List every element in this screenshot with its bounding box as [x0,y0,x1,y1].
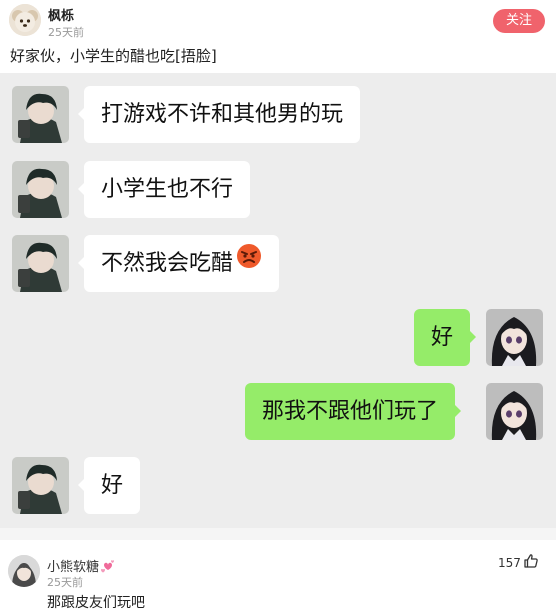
post-header: 枫栎 25天前 关注 [0,0,556,40]
chat-bubble: 好 [414,309,477,366]
commenter-avatar[interactable] [8,555,40,587]
sender-avatar [12,235,69,292]
comment-text: 那跟皮友们玩吧 [47,595,145,611]
post-caption: 好家伙，小学生的醋也吃[捂脸] [10,47,217,65]
sender-avatar [12,86,69,143]
angry-face-icon [236,234,262,291]
self-avatar [486,309,543,366]
chat-bubble: 不然我会吃醋 [77,234,280,292]
follow-button[interactable]: 关注 [493,9,545,33]
chat-bubble: 小学生也不行 [77,161,251,218]
chat-bubble: 那我不跟他们玩了 [245,383,462,440]
commenter-name-text: 小熊软糖 [47,560,100,575]
self-avatar [486,383,543,440]
thumbs-up-icon[interactable] [523,553,539,573]
author-name[interactable]: 枫栎 [48,5,74,24]
chat-bubble: 好 [77,457,141,514]
message-text: 那我不跟他们玩了 [262,399,439,424]
message-text: 不然我会吃醋 [101,251,234,276]
message-text: 小学生也不行 [101,177,234,202]
chat-bubble: 打游戏不许和其他男的玩 [77,86,361,143]
hearts-icon [100,559,116,577]
message-text: 好 [431,325,454,350]
message-text: 打游戏不许和其他男的玩 [101,102,344,127]
sender-avatar [12,161,69,218]
section-divider [0,528,556,540]
message-text: 好 [101,473,124,498]
like-count: 157 [498,556,521,570]
comment-time: 25天前 [47,576,83,589]
post-time: 25天前 [48,26,84,39]
chat-screenshot: 打游戏不许和其他男的玩 小学生也不行 不然我会吃醋 好 那我不跟他们玩了 好 [0,73,556,528]
author-avatar[interactable] [9,4,41,36]
sender-avatar [12,457,69,514]
